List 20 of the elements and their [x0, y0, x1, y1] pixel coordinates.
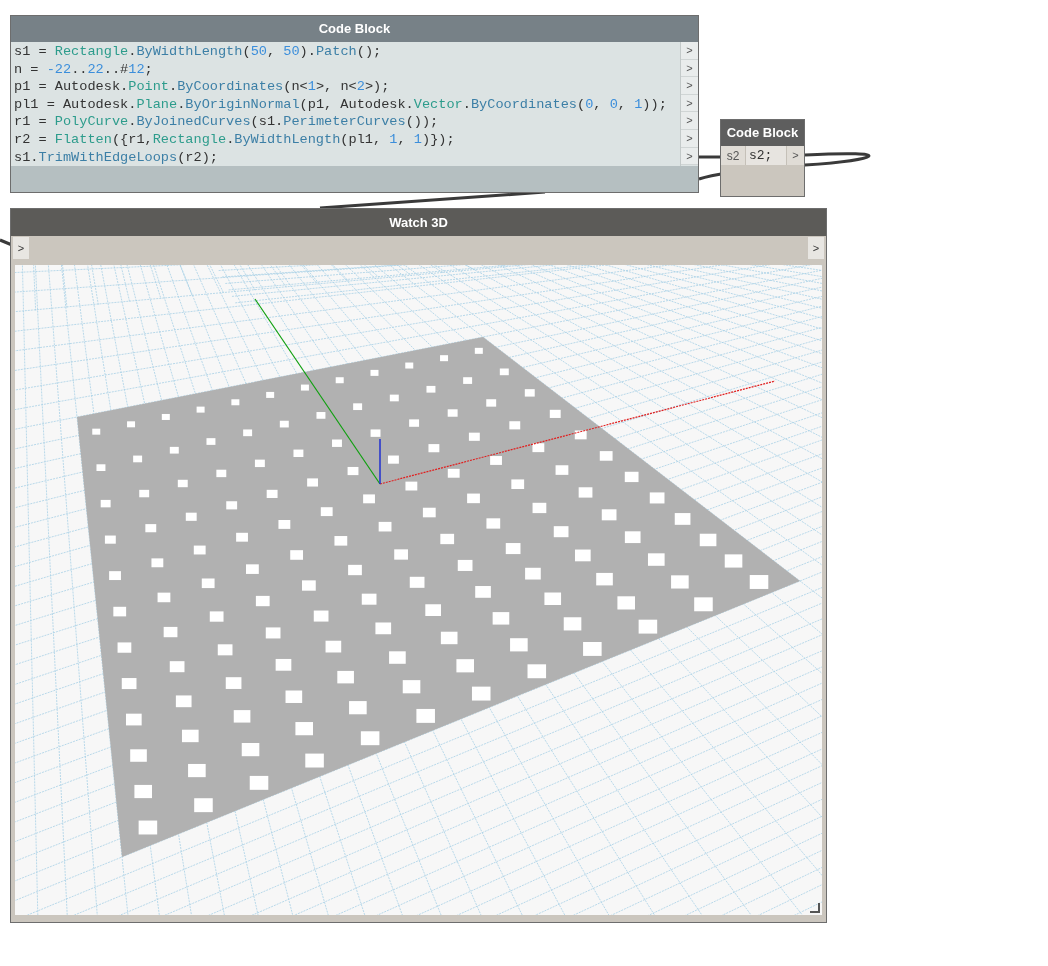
node-title: Watch 3D	[11, 209, 826, 236]
wire[interactable]	[319, 190, 546, 210]
code-line[interactable]: n = -22..22..#12;	[14, 60, 680, 79]
resize-grip-icon[interactable]	[810, 903, 820, 913]
output-port[interactable]: >	[808, 237, 824, 259]
code-line[interactable]: r2 = Flatten({r1,Rectangle.ByWidthLength(pl1, 1, 1)});	[14, 130, 680, 149]
code-line[interactable]: s1 = Rectangle.ByWidthLength(50, 50).Patch();	[14, 43, 680, 61]
code-line[interactable]: pl1 = Autodesk.Plane.ByOriginNormal(p1, Autodesk.Vector.ByCoordinates(0, 0, 1));	[14, 95, 680, 114]
code-line[interactable]: p1 = Autodesk.Point.ByCoordinates(n<1>, n<2>);	[14, 78, 680, 96]
code-line[interactable]: s1.TrimWithEdgeLoops(r2);	[14, 148, 680, 167]
input-port[interactable]: s2	[721, 146, 746, 165]
output-port[interactable]: >	[786, 146, 804, 165]
output-port[interactable]: >	[681, 112, 698, 130]
output-port[interactable]: >	[681, 42, 698, 60]
node-title: Code Block	[11, 16, 698, 42]
wire[interactable]	[0, 238, 13, 247]
input-port[interactable]: >	[13, 237, 29, 259]
output-port[interactable]: >	[681, 77, 698, 95]
code-line[interactable]: r1 = PolyCurve.ByJoinedCurves(s1.PerimeterCurves());	[14, 113, 680, 131]
node-title: Code Block	[721, 120, 804, 146]
